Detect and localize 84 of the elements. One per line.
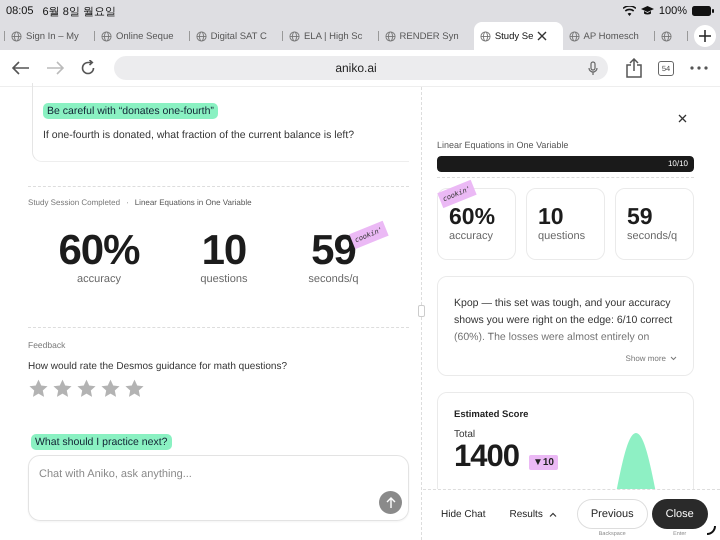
close-icon[interactable] bbox=[537, 31, 548, 41]
stat-value: 10 bbox=[202, 229, 246, 271]
browser-tab[interactable]: Sign In – My bbox=[5, 22, 94, 50]
tab-title: Digital SAT C bbox=[210, 30, 267, 42]
chevron-up-icon bbox=[548, 512, 557, 516]
graduation-cap-icon bbox=[640, 6, 654, 16]
tab-title: RENDER Syn bbox=[400, 30, 459, 42]
session-topic: Linear Equations in One Variable bbox=[134, 198, 252, 207]
stat-label: accuracy bbox=[449, 230, 494, 242]
chevron-down-icon bbox=[670, 356, 677, 361]
star-rating[interactable] bbox=[28, 378, 145, 398]
feedback-heading: Feedback bbox=[28, 340, 66, 350]
stat-label: accuracy bbox=[76, 273, 121, 285]
stat-label: seconds/q bbox=[308, 273, 359, 285]
more-icon[interactable] bbox=[690, 66, 708, 70]
suggestion-chip[interactable]: What should I practice next? bbox=[31, 434, 172, 450]
globe-icon bbox=[480, 30, 491, 42]
microphone-icon[interactable] bbox=[588, 60, 598, 76]
progress-reading: 10/10 bbox=[668, 159, 688, 168]
star-icon[interactable] bbox=[76, 378, 97, 398]
show-more-button[interactable]: Show more bbox=[626, 354, 677, 363]
star-icon[interactable] bbox=[28, 378, 49, 398]
globe-icon bbox=[11, 30, 22, 42]
reload-icon[interactable] bbox=[80, 60, 96, 76]
address-bar[interactable]: aniko.ai bbox=[114, 56, 608, 80]
topic-title: Linear Equations in One Variable bbox=[437, 140, 570, 150]
chat-input[interactable]: Chat with Aniko, ask anything... bbox=[29, 456, 390, 492]
tab-title: ELA | High Sc bbox=[304, 30, 362, 42]
status-date: 6월 8일 월요일 bbox=[42, 4, 116, 18]
summary-text: Kpop — this set was tough, and your accuracy shows you were right on the edge: 6/10 correct (60%). The losses were almost entirely on bbox=[454, 296, 674, 345]
tab-title: Online Seque bbox=[116, 30, 174, 42]
star-icon[interactable] bbox=[124, 378, 145, 398]
globe-icon bbox=[660, 30, 672, 42]
session-status: Study Session Completed bbox=[28, 198, 120, 207]
loading-spinner-icon bbox=[706, 525, 716, 535]
star-icon[interactable] bbox=[52, 378, 73, 398]
hint-text: If one-fourth is donated, what fraction of the current balance is left? bbox=[43, 129, 354, 141]
arrow-up-icon bbox=[386, 497, 396, 508]
hint-label: Be careful with “donates one-fourth” bbox=[43, 103, 218, 119]
status-time: 08:05 bbox=[6, 5, 34, 17]
new-tab-button[interactable] bbox=[694, 25, 716, 47]
forward-icon[interactable] bbox=[46, 61, 64, 75]
close-button[interactable]: Close bbox=[652, 499, 708, 529]
stat-value: 59 bbox=[627, 205, 654, 228]
globe-icon bbox=[100, 30, 112, 42]
tab-title: Sign In – My bbox=[26, 30, 79, 42]
share-icon[interactable] bbox=[626, 58, 642, 78]
separator-dot: · bbox=[126, 198, 129, 207]
hide-chat-button[interactable]: Hide Chat bbox=[431, 499, 496, 529]
stat-value: 60% bbox=[58, 229, 140, 271]
tab-title: AP Homesch bbox=[584, 30, 639, 42]
score-title: Estimated Score bbox=[454, 409, 530, 420]
tab-title: Study Se bbox=[494, 30, 534, 42]
battery-icon bbox=[692, 6, 714, 16]
globe-icon bbox=[288, 30, 300, 42]
distribution-curve bbox=[616, 433, 656, 489]
score-value: 1400 bbox=[454, 440, 519, 473]
browser-tab[interactable]: RENDER Syn bbox=[378, 22, 474, 50]
results-menu-button[interactable]: Results bbox=[499, 499, 567, 529]
battery-level: 100% bbox=[658, 5, 687, 17]
plus-icon bbox=[699, 30, 712, 42]
stat-label: seconds/q bbox=[627, 230, 678, 242]
globe-icon bbox=[568, 30, 580, 42]
send-button[interactable] bbox=[379, 491, 402, 514]
score-change: ▼10 bbox=[528, 454, 558, 470]
star-icon[interactable] bbox=[100, 378, 121, 398]
feedback-question: How would rate the Desmos guidance for math questions? bbox=[28, 361, 288, 372]
stat-label: questions bbox=[200, 273, 248, 285]
previous-button[interactable]: Previous bbox=[576, 499, 648, 529]
chat-field[interactable]: Chat with Aniko, ask anything... bbox=[28, 455, 409, 521]
browser-tab[interactable]: Online Seque bbox=[94, 22, 189, 50]
stat-label: questions bbox=[538, 230, 586, 242]
browser-tab[interactable]: Digital SAT C bbox=[190, 22, 282, 50]
browser-tab[interactable]: Study Se bbox=[474, 22, 563, 50]
resize-handle[interactable] bbox=[418, 305, 425, 317]
browser-tab[interactable]: AP Homesch bbox=[562, 22, 654, 50]
globe-icon bbox=[384, 30, 396, 42]
stat-value: 10 bbox=[538, 205, 565, 228]
back-icon[interactable] bbox=[12, 61, 30, 75]
globe-icon bbox=[196, 30, 207, 42]
score-label: Total bbox=[454, 429, 476, 440]
wifi-icon bbox=[622, 6, 636, 16]
browser-tab[interactable]: ELA | High Sc bbox=[282, 22, 378, 50]
close-icon[interactable] bbox=[678, 114, 687, 123]
